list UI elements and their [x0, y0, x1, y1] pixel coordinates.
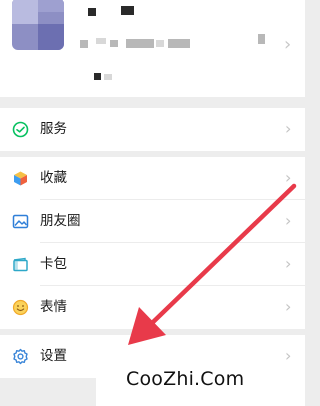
chevron-right-icon: ›: [285, 254, 292, 273]
chevron-right-icon: ›: [285, 297, 292, 316]
menu-group-personal: 收藏 › 朋友圈 › 卡包 › 表情 ›: [0, 157, 305, 329]
profile-header[interactable]: ›: [0, 0, 305, 97]
wechat-pay-icon: [12, 121, 29, 138]
menu-item-stickers[interactable]: 表情 ›: [0, 286, 305, 329]
menu-item-favorites[interactable]: 收藏 ›: [0, 157, 305, 200]
smiley-face-icon: [12, 299, 29, 316]
menu-item-label: 设置: [40, 348, 67, 364]
menu-item-label: 收藏: [40, 170, 67, 186]
menu-group-services: 服务 ›: [0, 108, 305, 151]
avatar[interactable]: [12, 0, 64, 50]
menu-item-label: 朋友圈: [40, 213, 81, 229]
menu-item-cards[interactable]: 卡包 ›: [0, 243, 305, 286]
gear-icon: [13, 348, 28, 365]
watermark-text: CooZhi.Com: [126, 368, 245, 390]
menu-item-moments[interactable]: 朋友圈 ›: [0, 200, 305, 243]
menu-item-label: 表情: [40, 299, 67, 315]
moments-picture-icon: [12, 214, 29, 229]
card-wallet-icon: [13, 257, 28, 272]
menu-item-label: 卡包: [40, 256, 67, 272]
chevron-right-icon: ›: [285, 168, 292, 187]
chevron-right-icon: ›: [284, 34, 292, 55]
menu-item-services[interactable]: 服务 ›: [0, 108, 305, 151]
chevron-right-icon: ›: [285, 211, 292, 230]
menu-item-label: 服务: [40, 121, 67, 137]
favorites-cube-icon: [14, 171, 27, 186]
watermark: CooZhi.Com: [96, 362, 305, 406]
chevron-right-icon: ›: [285, 119, 292, 138]
